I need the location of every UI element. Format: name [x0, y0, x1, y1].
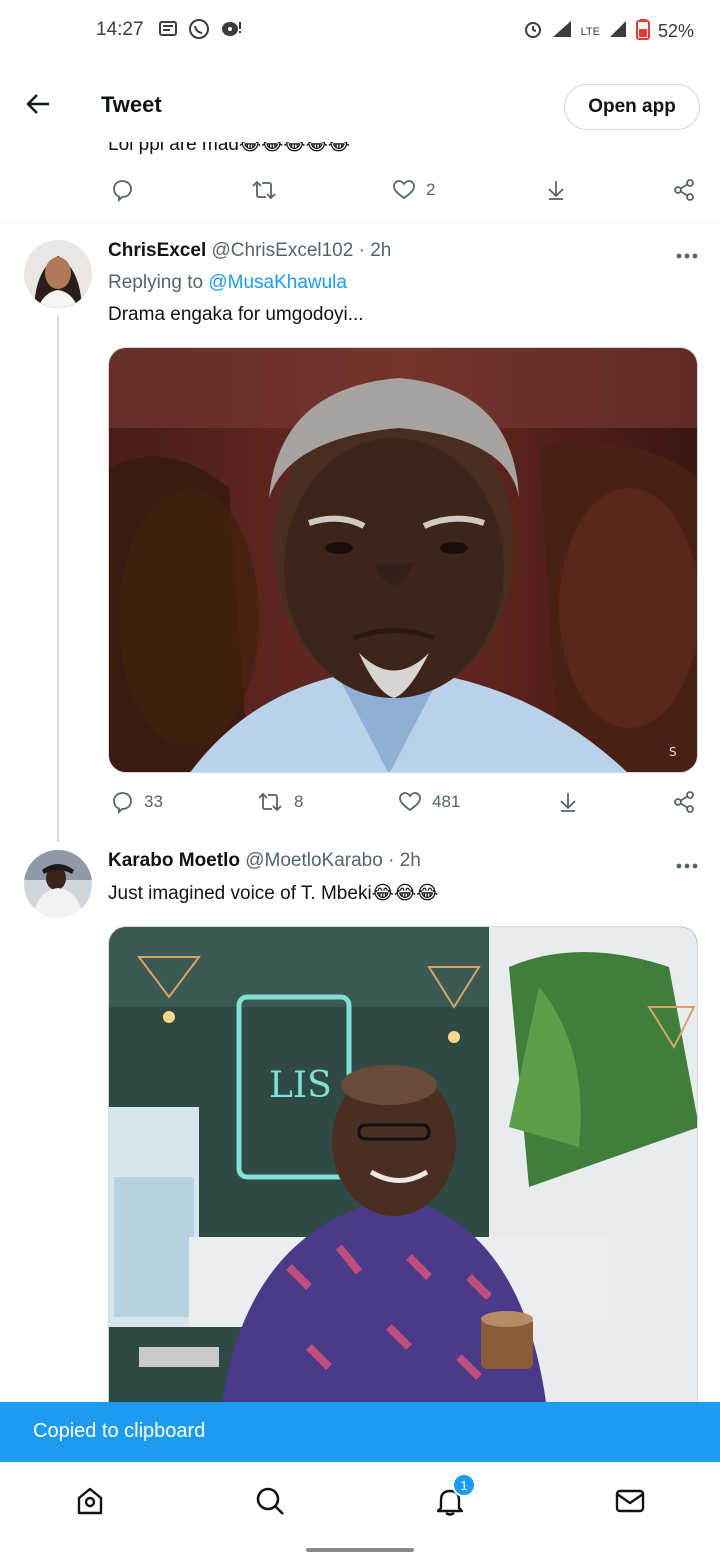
reply-icon	[113, 792, 132, 814]
author-handle: @ChrisExcel102	[211, 240, 354, 261]
more-icon	[676, 863, 698, 869]
like-count: 2	[426, 180, 436, 199]
author-handle: @MoetloKarabo	[245, 850, 383, 871]
notification-badge: 1	[452, 1473, 476, 1497]
bottom-navigation: 1	[0, 1462, 720, 1538]
retweet-icon	[252, 180, 276, 200]
bubble-alert-icon	[220, 19, 242, 44]
battery-percent: 52%	[657, 21, 694, 41]
heart-icon	[393, 180, 415, 200]
tweet-header: ChrisExcel @ChrisExcel102 · 2h	[108, 240, 391, 262]
divider	[0, 222, 720, 223]
more-icon	[676, 253, 698, 259]
tweet-image[interactable]: LIS	[108, 926, 698, 1426]
share-icon	[674, 179, 694, 201]
tweet-header: Karabo Moetlo @MoetloKarabo · 2h	[108, 850, 421, 872]
reply-button[interactable]	[110, 178, 134, 202]
image-watermark: S	[669, 745, 677, 759]
author-name[interactable]: Karabo Moetlo	[108, 850, 240, 871]
status-bar: 14:27 LTE 52%	[0, 0, 720, 60]
whatsapp-icon	[188, 18, 210, 45]
signal-icon-2	[608, 19, 628, 44]
arrow-left-icon	[26, 94, 49, 114]
download-icon	[560, 793, 576, 812]
share-button[interactable]	[672, 178, 696, 202]
avatar[interactable]	[24, 240, 92, 308]
nav-notifications[interactable]: 1	[430, 1473, 476, 1521]
tweet-image[interactable]: S	[108, 347, 698, 773]
more-options-button[interactable]	[676, 240, 698, 266]
heart-icon	[399, 792, 421, 812]
network-type: LTE	[580, 25, 600, 38]
tweet-time: · 2h	[358, 240, 392, 261]
download-button[interactable]	[556, 790, 580, 814]
retweet-icon	[258, 792, 282, 812]
nav-home[interactable]	[70, 1481, 110, 1521]
nav-search[interactable]	[250, 1481, 290, 1521]
home-indicator	[306, 1548, 414, 1552]
page-title: Tweet	[101, 92, 162, 117]
battery-icon	[635, 18, 650, 45]
mention-link[interactable]: @MusaKhawula	[208, 272, 347, 293]
shop-sign: LIS	[269, 1065, 332, 1106]
clipboard-toast: Copied to clipboard	[0, 1402, 720, 1462]
more-options-button[interactable]	[676, 850, 698, 876]
open-app-button[interactable]: Open app	[564, 84, 700, 130]
signal-icon	[551, 19, 573, 44]
status-time: 14:27	[96, 19, 144, 40]
replying-to: Replying to @MusaKhawula	[108, 272, 347, 293]
alarm-icon	[523, 19, 543, 44]
nav-messages[interactable]	[610, 1481, 650, 1521]
retweet-button[interactable]: 8	[256, 790, 303, 814]
author-name[interactable]: ChrisExcel	[108, 240, 206, 261]
reply-count: 33	[144, 792, 163, 811]
reply-icon	[113, 180, 132, 202]
like-button[interactable]: 481	[398, 790, 460, 814]
search-icon	[256, 1487, 284, 1515]
messages-icon	[615, 1489, 645, 1513]
avatar[interactable]	[24, 850, 92, 918]
home-icon	[77, 1487, 103, 1515]
like-button[interactable]: 2	[392, 178, 435, 202]
reply-button[interactable]: 33	[110, 790, 163, 814]
thread-line	[57, 316, 59, 842]
tweet-text: Just imagined voice of T. Mbeki😂😂😂	[108, 883, 439, 904]
download-button[interactable]	[544, 178, 568, 202]
like-count: 481	[432, 792, 461, 811]
share-icon	[674, 791, 694, 813]
download-icon	[548, 181, 564, 200]
top-app-bar: Tweet Open app	[0, 60, 720, 142]
tweet-time: · 2h	[388, 850, 421, 871]
retweet-count: 8	[294, 792, 304, 811]
share-button[interactable]	[672, 790, 696, 814]
message-icon	[158, 20, 178, 43]
retweet-button[interactable]	[250, 178, 278, 202]
toast-message: Copied to clipboard	[33, 1420, 206, 1442]
back-button[interactable]	[18, 84, 58, 124]
tweet-text: Drama engaka for umgodoyi...	[108, 304, 364, 325]
